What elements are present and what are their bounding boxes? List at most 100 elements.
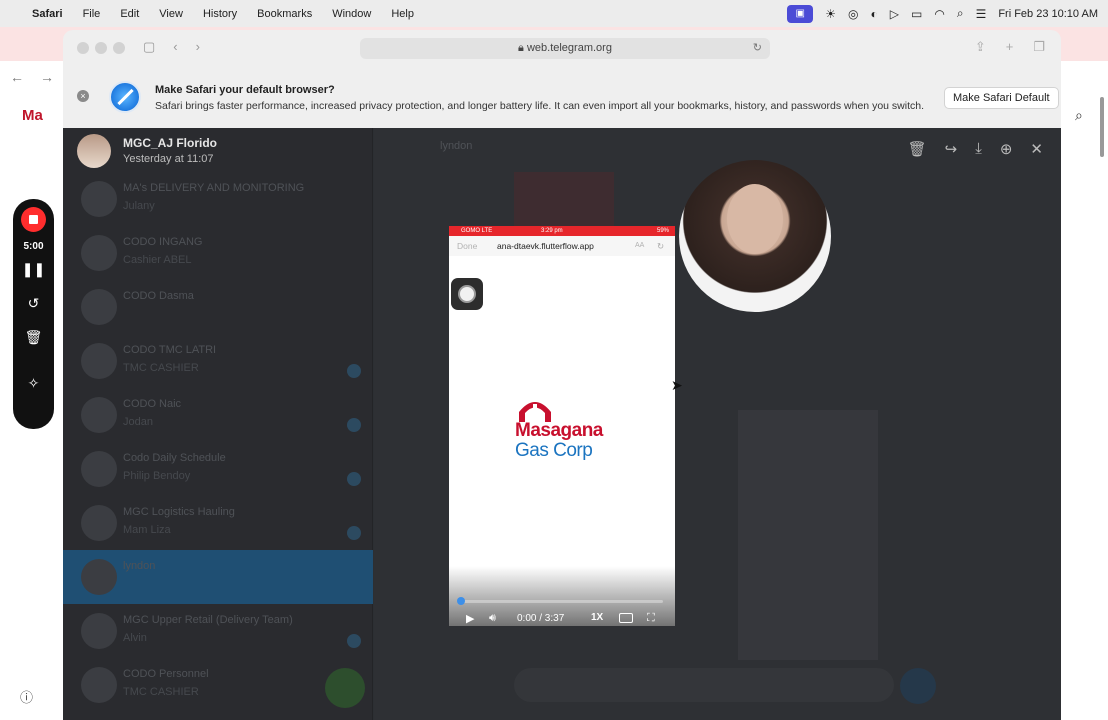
- message-input[interactable]: [514, 668, 894, 702]
- restart-icon[interactable]: ↺: [13, 295, 54, 312]
- phone-done-button: Done: [457, 241, 478, 251]
- phone-status-bar: GOMO LTE 3:29 pm 59%: [449, 226, 675, 236]
- window-zoom-button[interactable]: [113, 42, 125, 54]
- make-default-button[interactable]: Make Safari Default: [944, 87, 1059, 109]
- back-icon[interactable]: ←: [10, 69, 24, 85]
- control-center-icon[interactable]: ☰: [976, 7, 987, 21]
- viewer-actions: 🗑︎ ↪ ⤓ ⊕ ✕: [908, 140, 1043, 158]
- avatar: [81, 235, 117, 271]
- vpn-icon[interactable]: ◎: [848, 7, 858, 21]
- reload-icon[interactable]: ↻: [753, 38, 762, 59]
- chat-name: CODO Personnel: [123, 668, 209, 680]
- chat-list-item[interactable]: MGC Logistics Hauling Mam Liza: [63, 496, 373, 550]
- menu-window[interactable]: Window: [332, 8, 371, 20]
- background-scrollbar[interactable]: [1100, 97, 1104, 157]
- unread-badge: [347, 364, 361, 378]
- message-image[interactable]: [514, 172, 614, 228]
- send-button[interactable]: [900, 668, 936, 704]
- fullscreen-icon[interactable]: ⛶: [647, 612, 655, 625]
- video-progress-track[interactable]: [461, 600, 663, 603]
- address-text: web.telegram.org: [526, 42, 612, 54]
- volume-icon[interactable]: 🔊︎: [489, 612, 496, 625]
- chat-list-item[interactable]: CODO Naic Jodan: [63, 388, 373, 442]
- video-time: 0:00 / 3:37: [517, 613, 565, 624]
- window-close-button[interactable]: [77, 42, 89, 54]
- phone-aa-button: AA: [635, 242, 645, 249]
- chat-name: Codo Daily Schedule: [123, 452, 226, 464]
- menu-bar: Safari File Edit View History Bookmarks …: [0, 0, 1108, 27]
- forward-icon[interactable]: →: [40, 69, 54, 85]
- chat-name: CODO Naic: [123, 398, 182, 410]
- forward-icon[interactable]: ›: [196, 39, 200, 55]
- compose-button[interactable]: [325, 668, 365, 708]
- info-icon[interactable]: ⓘ: [20, 687, 33, 706]
- brightness-icon[interactable]: ☀: [825, 7, 836, 21]
- phone-carrier: GOMO LTE: [461, 228, 493, 234]
- menu-view[interactable]: View: [159, 8, 183, 20]
- menu-help[interactable]: Help: [391, 8, 414, 20]
- avatar: [81, 289, 117, 325]
- zoom-icon[interactable]: ⊕: [1000, 140, 1013, 158]
- chat-list-item-active[interactable]: lyndon: [63, 550, 373, 604]
- stop-recording-button[interactable]: [21, 207, 46, 232]
- chat-list-item[interactable]: MGC Upper Retail (Delivery Team) Alvin: [63, 604, 373, 658]
- screen-record-icon[interactable]: ▣: [787, 4, 814, 23]
- video-progress-knob[interactable]: [457, 597, 465, 605]
- video-controls: ▶ 🔊︎ 0:00 / 3:37 1X ⛶: [449, 612, 675, 626]
- menu-edit[interactable]: Edit: [120, 8, 139, 20]
- chat-list-item[interactable]: MA's DELIVERY AND MONITORING Julany: [63, 172, 373, 226]
- chat-list-item[interactable]: CODO Dasma: [63, 280, 373, 334]
- playback-speed-button[interactable]: 1X: [591, 612, 603, 623]
- background-logo: Ma: [22, 107, 43, 124]
- banner-close-button[interactable]: ×: [77, 90, 89, 102]
- tab-overview-icon[interactable]: ❐: [1033, 39, 1045, 55]
- chat-list-item[interactable]: CODO TMC LATRI TMC CASHIER: [63, 334, 373, 388]
- back-icon[interactable]: ‹: [173, 39, 177, 55]
- download-icon[interactable]: ⤓: [975, 140, 982, 158]
- menu-history[interactable]: History: [203, 8, 237, 20]
- forward-icon[interactable]: ↪: [945, 140, 958, 158]
- new-tab-icon[interactable]: +: [1006, 39, 1014, 55]
- chrome-icon[interactable]: ◐: [871, 7, 878, 21]
- spotlight-search-icon[interactable]: ⌕: [957, 6, 964, 21]
- play-icon[interactable]: ▶: [466, 612, 474, 625]
- picture-in-picture-icon[interactable]: [619, 613, 633, 623]
- message-video-card[interactable]: [738, 410, 878, 660]
- brand-name-line2: Gas Corp: [515, 440, 593, 461]
- phone-reload-icon: ↻: [657, 241, 665, 251]
- address-bar[interactable]: 🔒︎ web.telegram.org ↻: [360, 38, 770, 59]
- chat-list-item[interactable]: CODO INGANG Cashier ABEL: [63, 226, 373, 280]
- effects-icon[interactable]: ✧: [13, 375, 54, 392]
- toolbar-left: ▢ ‹ ›: [143, 39, 200, 55]
- window-minimize-button[interactable]: [95, 42, 107, 54]
- chat-list-item[interactable]: Codo Daily Schedule Philip Bendoy: [63, 442, 373, 496]
- play-icon[interactable]: ▷: [890, 7, 899, 21]
- menu-app-name[interactable]: Safari: [32, 8, 63, 20]
- pause-icon[interactable]: ❚❚: [13, 261, 54, 278]
- viewer-sender-name: MGC_AJ Florido: [123, 136, 218, 150]
- menu-datetime[interactable]: Fri Feb 23 10:10 AM: [998, 8, 1098, 20]
- avatar: [81, 613, 117, 649]
- chat-last-message: Alvin: [123, 632, 147, 644]
- menu-file[interactable]: File: [83, 8, 101, 20]
- trash-icon[interactable]: 🗑︎: [13, 329, 54, 346]
- wifi-icon[interactable]: ◠: [934, 7, 944, 21]
- webcam-overlay[interactable]: [679, 160, 831, 312]
- chat-last-message: Julany: [123, 200, 155, 212]
- safari-toolbar: ▢ ‹ › 🔒︎ web.telegram.org ↻ ⇪ + ❐: [63, 30, 1061, 66]
- delete-icon[interactable]: 🗑︎: [908, 140, 927, 158]
- sidebar-icon[interactable]: ▢: [143, 39, 155, 55]
- video-controls-overlay: ▶ 🔊︎ 0:00 / 3:37 1X ⛶: [449, 566, 675, 626]
- share-icon[interactable]: ⇪: [975, 39, 986, 55]
- chat-name: MGC Logistics Hauling: [123, 506, 235, 518]
- chat-name: MA's DELIVERY AND MONITORING: [123, 182, 305, 194]
- menu-bookmarks[interactable]: Bookmarks: [257, 8, 312, 20]
- search-icon[interactable]: ⌕: [1075, 107, 1083, 124]
- video-player[interactable]: GOMO LTE 3:29 pm 59% Done ana-dtaevk.flu…: [449, 226, 675, 626]
- unread-badge: [347, 526, 361, 540]
- avatar: [81, 559, 117, 595]
- battery-icon[interactable]: ▭: [911, 7, 922, 21]
- unread-badge: [347, 418, 361, 432]
- close-icon[interactable]: ✕: [1030, 140, 1043, 158]
- brand-arch-icon: [519, 402, 551, 422]
